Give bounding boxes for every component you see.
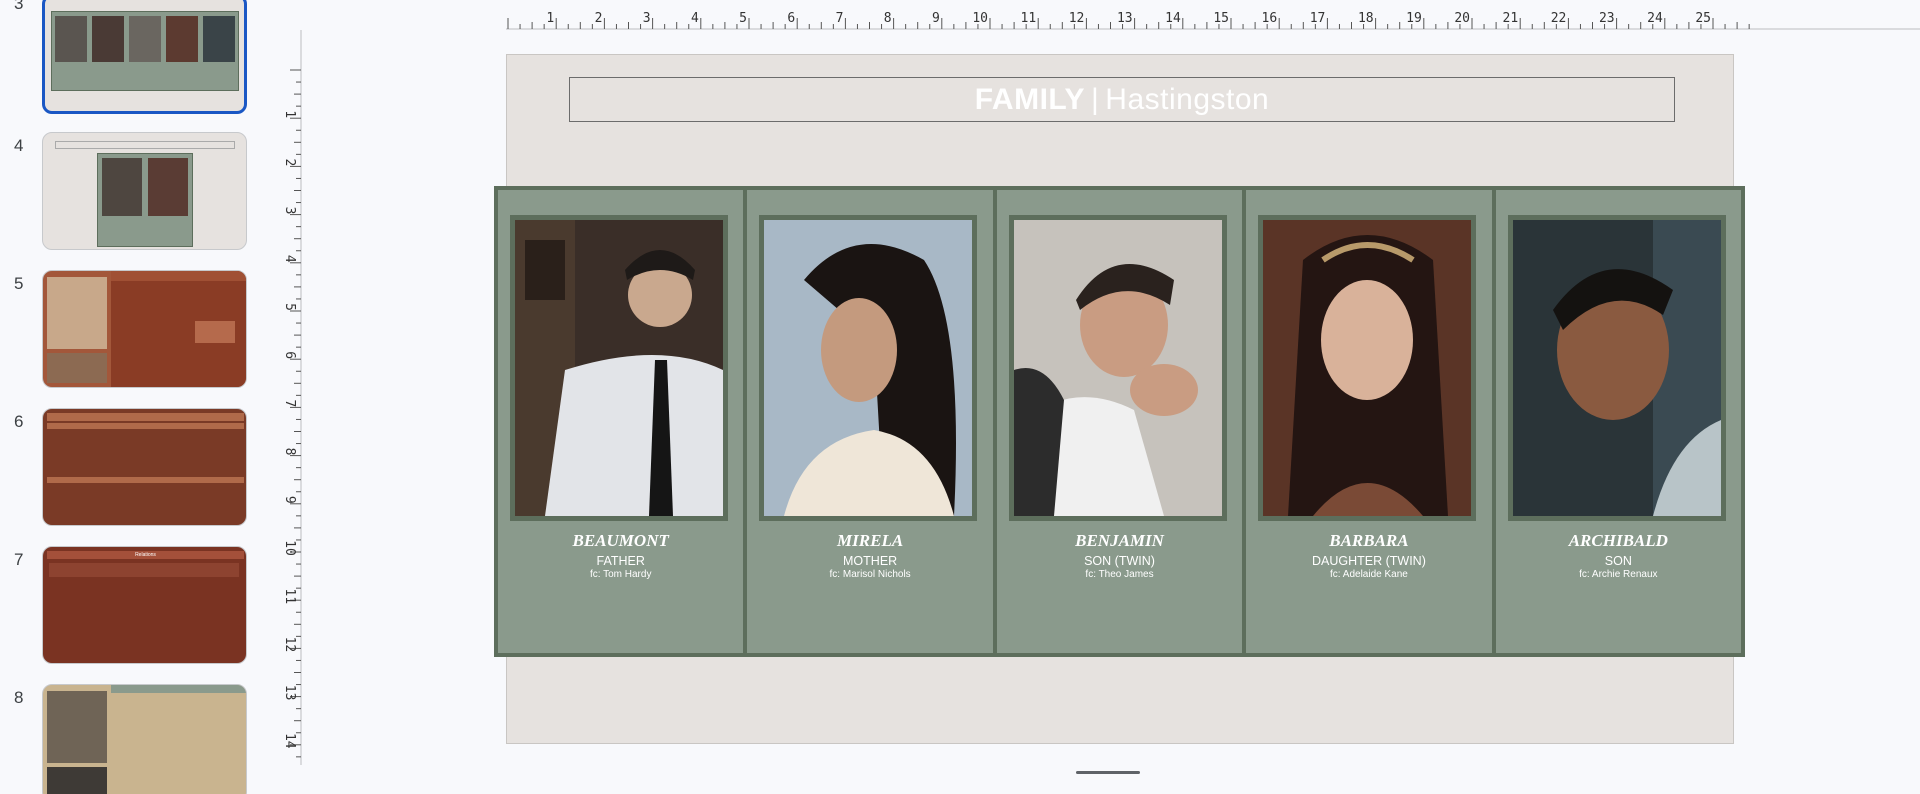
slide-thumbnail-3[interactable] <box>42 0 247 114</box>
ruler-label: 24 <box>1647 11 1663 26</box>
thumb-title: Relations <box>47 551 244 559</box>
ruler-label: 10 <box>282 540 297 556</box>
ruler-label: 9 <box>282 496 297 504</box>
member-card[interactable]: BARBARA DAUGHTER (TWIN) fc: Adelaide Kan… <box>1246 190 1496 653</box>
ruler-label: 19 <box>1406 11 1422 26</box>
ruler-label: 11 <box>282 588 297 604</box>
ruler-label: 21 <box>1503 11 1519 26</box>
slide-number: 6 <box>14 412 24 431</box>
photo-woman-dark-hair-icon <box>759 215 978 521</box>
member-name: BENJAMIN <box>1075 531 1164 550</box>
ruler-label: 6 <box>282 351 297 359</box>
ruler-label: 8 <box>884 11 892 26</box>
slide-number: 4 <box>14 136 24 155</box>
title-separator: | <box>1091 82 1100 116</box>
ruler-label: 3 <box>643 11 651 26</box>
ruler-label: 1 <box>282 110 297 118</box>
ruler-label: 16 <box>1262 11 1278 26</box>
member-card[interactable]: ARCHIBALD SON fc: Archie Renaux <box>1496 190 1741 653</box>
slide-panel: 3 4 5 6 7 Relations 8 <box>0 0 262 794</box>
ruler-label: 8 <box>282 448 297 456</box>
title-family-name: Hastingston <box>1105 82 1270 116</box>
member-card[interactable]: BENJAMIN SON (TWIN) fc: Theo James <box>997 190 1247 653</box>
ruler-label: 10 <box>972 11 988 26</box>
member-faceclaim: fc: Adelaide Kane <box>1330 569 1408 580</box>
member-faceclaim: fc: Theo James <box>1085 569 1154 580</box>
ruler-label: 7 <box>282 399 297 407</box>
photo-man-suit-tie-icon <box>510 215 728 521</box>
member-faceclaim: fc: Marisol Nichols <box>829 569 911 580</box>
ruler-label: 20 <box>1454 11 1470 26</box>
ruler-label: 12 <box>1069 11 1085 26</box>
ruler-label: 5 <box>282 303 297 311</box>
member-role: SON (TWIN) <box>1084 554 1155 568</box>
title-bold: FAMILY <box>974 82 1085 116</box>
member-name: ARCHIBALD <box>1568 531 1668 550</box>
member-name: BEAUMONT <box>572 531 669 550</box>
ruler-label: 3 <box>282 207 297 215</box>
ruler-label: 5 <box>739 11 747 26</box>
member-role: SON <box>1604 554 1632 568</box>
member-role: MOTHER <box>843 554 898 568</box>
ruler-label: 15 <box>1213 11 1229 26</box>
vertical-ruler: 1234567891011121314 <box>282 30 302 765</box>
slide-thumbnail-4[interactable] <box>42 132 247 250</box>
member-role: DAUGHTER (TWIN) <box>1311 554 1426 568</box>
member-faceclaim: fc: Tom Hardy <box>589 569 652 580</box>
member-card[interactable]: MIRELA MOTHER fc: Marisol Nichols <box>747 190 997 653</box>
ruler-label: 4 <box>282 255 297 263</box>
ruler-label: 13 <box>1117 11 1133 26</box>
thumb-card-row <box>51 11 239 91</box>
ruler-label: 23 <box>1599 11 1615 26</box>
slide-number: 7 <box>14 550 24 569</box>
member-name: MIRELA <box>837 531 904 550</box>
ruler-label: 2 <box>282 158 297 166</box>
ruler-label: 17 <box>1310 11 1326 26</box>
photo-young-woman-tiara-icon <box>1258 215 1477 521</box>
slide-number: 8 <box>14 688 24 707</box>
slide-thumbnail-6[interactable] <box>42 408 247 526</box>
member-role: FATHER <box>596 554 645 568</box>
ruler-label: 13 <box>282 685 297 701</box>
member-card[interactable]: BEAUMONT FATHER fc: Tom Hardy <box>498 190 748 653</box>
slide-thumbnail-8[interactable] <box>42 684 247 794</box>
ruler-label: 4 <box>691 11 699 26</box>
horizontal-ruler: 1 2 3 4 5 6 7 8 9 10 11 12 13 14 15 16 17 18 19 20 21 22 23 24 2… <box>506 11 1920 30</box>
ruler-label: 11 <box>1021 11 1037 26</box>
slide-thumbnail-7[interactable]: Relations <box>42 546 247 664</box>
photo-young-man-icon <box>1008 215 1227 521</box>
slide-number: 5 <box>14 274 24 293</box>
ruler-label: 14 <box>282 733 297 749</box>
ruler-label: 1 <box>546 11 554 26</box>
page-title: FAMILY | Hastingston <box>975 83 1269 117</box>
slide-thumbnail-5[interactable] <box>42 270 247 388</box>
page-scroll-indicator[interactable] <box>1076 771 1140 774</box>
ruler-label: 12 <box>282 637 297 653</box>
family-card-row: BEAUMONT FATHER fc: Tom Hardy MIRELA MOT… <box>494 186 1745 657</box>
ruler-label: 2 <box>595 11 603 26</box>
ruler-label: 14 <box>1165 11 1181 26</box>
ruler-label: 25 <box>1695 11 1711 26</box>
title-box[interactable]: FAMILY | Hastingston <box>569 77 1675 122</box>
photo-young-man-dark-icon <box>1507 215 1726 521</box>
slide-number: 3 <box>14 0 24 13</box>
member-name: BARBARA <box>1329 531 1409 550</box>
ruler-label: 9 <box>932 11 940 26</box>
ruler-label: 6 <box>787 11 795 26</box>
ruler-label: 7 <box>836 11 844 26</box>
member-faceclaim: fc: Archie Renaux <box>1579 569 1658 580</box>
ruler-label: 22 <box>1551 11 1567 26</box>
ruler-label: 18 <box>1358 11 1374 26</box>
